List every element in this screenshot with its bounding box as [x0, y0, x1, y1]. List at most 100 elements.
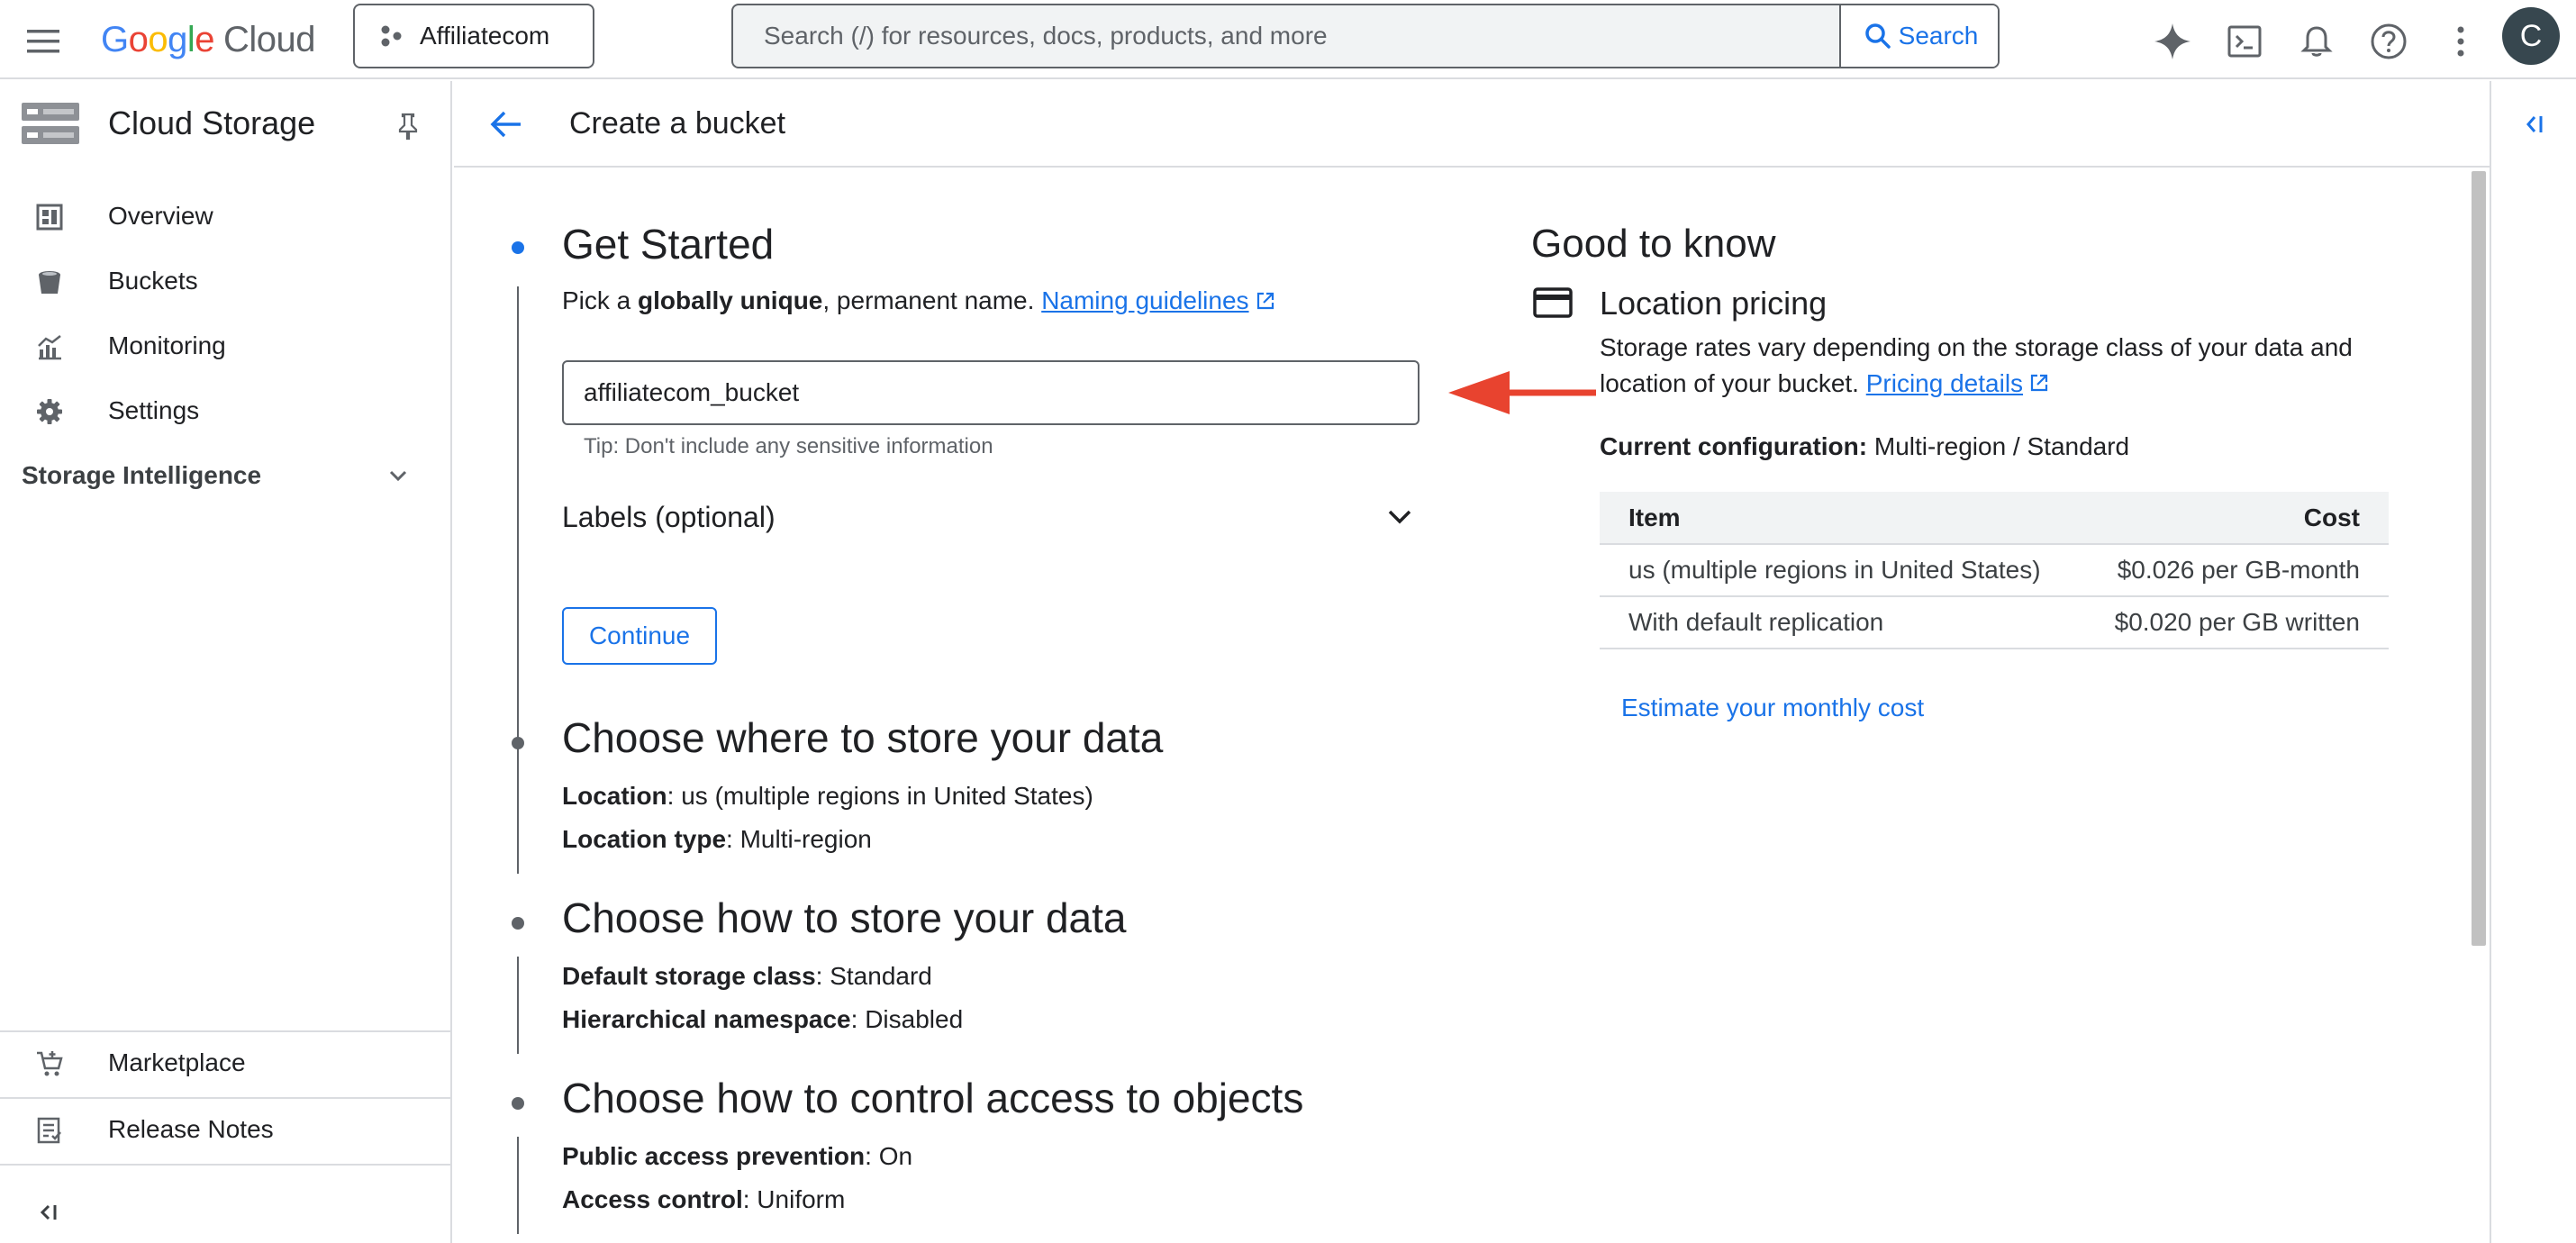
chevron-down-icon	[1388, 510, 1411, 524]
cart-icon	[34, 1048, 65, 1079]
sidebar-section-storage-intelligence[interactable]: Storage Intelligence	[0, 447, 450, 504]
table-header-row: Item Cost	[1600, 492, 2389, 544]
scrollbar-thumb[interactable]	[2472, 171, 2486, 946]
gemini-button[interactable]	[2147, 16, 2198, 67]
sidebar-item-label: Monitoring	[108, 331, 226, 359]
sidebar-divider	[0, 1097, 450, 1099]
help-button[interactable]	[2363, 16, 2414, 67]
sidebar-item-monitoring[interactable]: Monitoring	[0, 317, 450, 375]
sidebar-item-settings[interactable]: Settings	[0, 382, 450, 440]
estimate-monthly-cost-link[interactable]: Estimate your monthly cost	[1621, 694, 1924, 722]
step-indicator-active	[512, 241, 524, 254]
search-button-label: Search	[1898, 22, 1979, 50]
sidebar-item-label: Buckets	[108, 267, 198, 295]
table-row: us (multiple regions in United States) $…	[1600, 544, 2389, 597]
terminal-icon	[2227, 25, 2262, 58]
chevron-down-icon	[389, 470, 407, 482]
content-scrollbar[interactable]	[2468, 169, 2490, 1243]
bucket-name-description: Pick a globally unique , permanent name.…	[562, 286, 1276, 315]
sidebar-header: Cloud Storage	[0, 81, 450, 168]
public-access-summary: Public access prevention: On	[562, 1142, 913, 1170]
cloud-storage-icon	[22, 103, 79, 144]
notifications-button[interactable]	[2291, 16, 2342, 67]
sidebar-item-buckets[interactable]: Buckets	[0, 252, 450, 310]
pricing-table: Item Cost us (multiple regions in United…	[1600, 492, 2389, 649]
column-header-item: Item	[1600, 492, 2080, 544]
table-row: With default replication $0.020 per GB w…	[1600, 596, 2389, 649]
table-cell: $0.020 per GB written	[2079, 596, 2389, 649]
main-menu-button[interactable]	[20, 18, 67, 65]
sidebar-item-label: Settings	[108, 396, 200, 424]
step-title-storage-class: Choose how to store your data	[562, 894, 1127, 941]
collapse-left-icon	[40, 1204, 57, 1220]
labels-toggle-label: Labels (optional)	[562, 500, 776, 533]
bell-icon	[2300, 26, 2333, 57]
more-vertical-icon	[2457, 26, 2464, 57]
table-cell: $0.026 per GB-month	[2079, 544, 2389, 597]
pin-icon	[398, 113, 418, 141]
help-icon	[2371, 23, 2407, 59]
sidebar-section-label: Storage Intelligence	[22, 461, 262, 489]
right-info-rail	[2490, 81, 2576, 1243]
hierarchical-namespace-summary: Hierarchical namespace: Disabled	[562, 1005, 964, 1033]
collapse-sidebar-button[interactable]	[31, 1194, 67, 1230]
page-title: Create a bucket	[569, 106, 786, 141]
back-button[interactable]	[485, 103, 528, 146]
step-indicator	[512, 737, 524, 749]
search-bar: Search	[731, 4, 2000, 68]
search-input[interactable]	[733, 5, 1839, 67]
pin-button[interactable]	[395, 112, 422, 141]
location-pricing-title: Location pricing	[1600, 285, 1828, 322]
search-button[interactable]: Search	[1839, 5, 1998, 67]
pricing-details-link[interactable]: Pricing details	[1866, 369, 2023, 397]
sidebar-item-label: Overview	[108, 202, 213, 230]
sidebar: Cloud Storage Overview Buckets Monitorin…	[0, 81, 452, 1243]
more-options-button[interactable]	[2435, 16, 2486, 67]
sparkle-icon	[2154, 23, 2191, 59]
storage-class-summary: Default storage class: Standard	[562, 962, 932, 990]
monitoring-icon	[34, 331, 65, 362]
access-control-summary: Access control: Uniform	[562, 1185, 846, 1213]
continue-button[interactable]: Continue	[562, 607, 717, 665]
collapse-left-icon	[2526, 116, 2543, 132]
location-pricing-description: Storage rates vary depending on the stor…	[1600, 333, 2353, 397]
step-connector	[517, 1137, 519, 1234]
main-content: Get Started Pick a globally unique , per…	[454, 169, 2481, 1243]
bucket-icon	[34, 267, 65, 297]
table-cell: us (multiple regions in United States)	[1600, 544, 2080, 597]
labels-toggle[interactable]: Labels (optional)	[562, 488, 1420, 546]
naming-guidelines-link[interactable]: Naming guidelines	[1041, 286, 1248, 315]
account-avatar[interactable]: C	[2502, 7, 2560, 65]
sidebar-divider	[0, 1164, 450, 1166]
cloud-shell-button[interactable]	[2219, 16, 2270, 67]
top-bar: Go o g l e Cloud Affiliatecom Search (/)…	[0, 0, 2576, 79]
sidebar-item-label: Release Notes	[108, 1115, 274, 1143]
google-cloud-logo[interactable]: Go o g l e Cloud	[101, 13, 316, 67]
step-title-location: Choose where to store your data	[562, 714, 1164, 761]
expand-info-panel-button[interactable]	[2517, 106, 2553, 142]
external-link-icon	[1256, 292, 1274, 310]
bucket-name-input[interactable]	[562, 360, 1420, 425]
step-connector	[517, 776, 519, 874]
sidebar-product-title: Cloud Storage	[108, 104, 316, 141]
arrow-back-icon	[490, 111, 521, 138]
credit-card-icon	[1533, 287, 1573, 318]
project-name: Affiliatecom	[420, 22, 550, 50]
dashboard-icon	[34, 202, 65, 232]
step-title-access-control: Choose how to control access to objects	[562, 1075, 1304, 1121]
page-header: Create a bucket	[454, 81, 2490, 168]
sidebar-divider	[0, 1030, 450, 1032]
external-link-icon	[2030, 374, 2048, 392]
step-title-get-started: Get Started	[562, 221, 775, 268]
bucket-name-tip: Tip: Don't include any sensitive informa…	[584, 434, 993, 458]
sidebar-item-overview[interactable]: Overview	[0, 187, 450, 245]
table-cell: With default replication	[1600, 596, 2080, 649]
sidebar-item-release-notes[interactable]: Release Notes	[0, 1101, 450, 1158]
project-picker-button[interactable]: Affiliatecom	[353, 4, 594, 68]
project-dots-icon	[381, 25, 402, 47]
location-summary: Location: us (multiple regions in United…	[562, 782, 1093, 810]
hamburger-menu-icon	[27, 30, 59, 53]
current-configuration: Current configuration: Multi-region / St…	[1600, 432, 2130, 460]
search-icon	[1864, 23, 1891, 49]
sidebar-item-marketplace[interactable]: Marketplace	[0, 1034, 450, 1092]
